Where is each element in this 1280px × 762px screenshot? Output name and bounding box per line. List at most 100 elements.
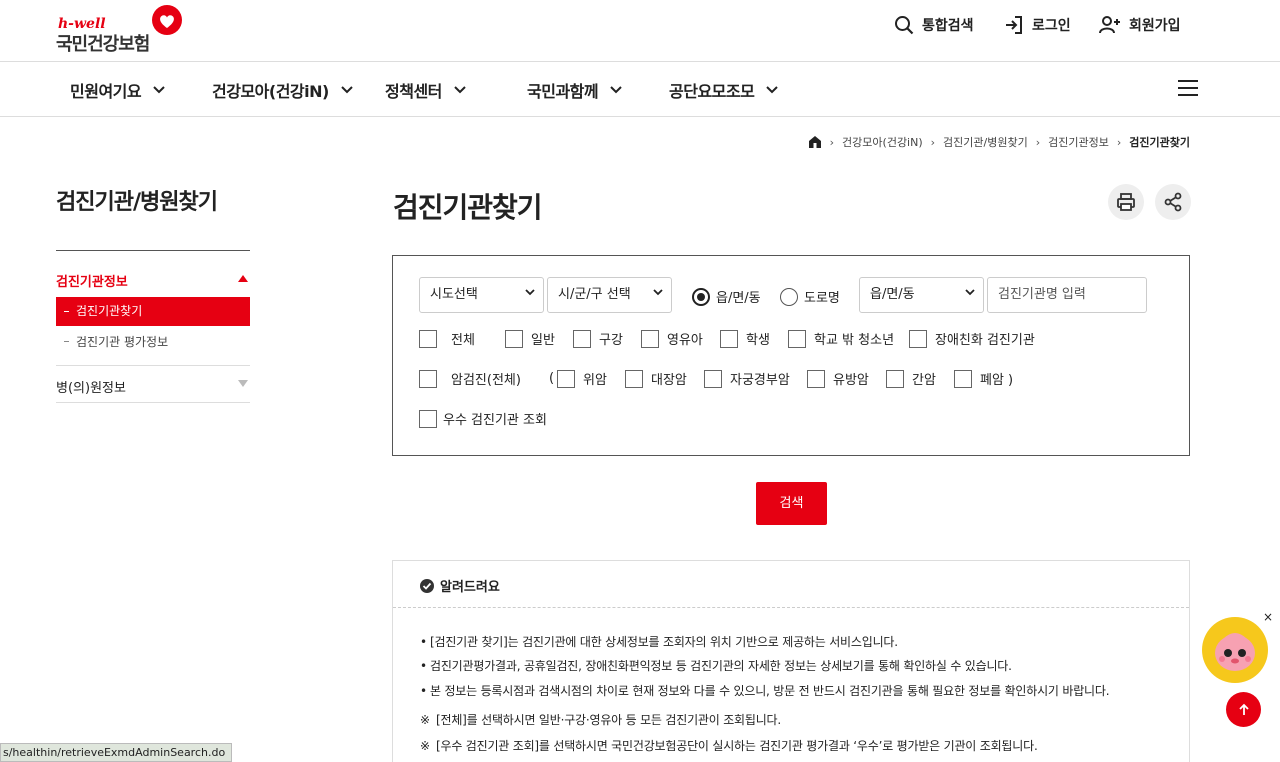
gnb-item-policy[interactable]: 정책센터 xyxy=(385,78,466,102)
breadcrumb-item[interactable]: 검진기관/병원찾기 xyxy=(943,134,1028,150)
breadcrumb-item[interactable]: 검진기관정보 xyxy=(1048,134,1109,150)
join-label: 회원가입 xyxy=(1129,18,1181,34)
notice-note: ※ [전체]를 선택하시면 일반·구강·영유아 등 모든 검진기관이 조회됩니다. xyxy=(420,713,782,727)
checkbox-label: 구강 xyxy=(599,333,623,348)
arrow-up-icon xyxy=(1238,703,1249,715)
notice-title-text: 알려드려요 xyxy=(440,580,500,595)
checkbox-label: 전체 xyxy=(451,333,475,348)
gnb-label: 국민과함께 xyxy=(527,82,599,101)
checkbox-box xyxy=(419,329,437,348)
chevron-down-icon xyxy=(766,86,779,94)
checkbox-label: 자궁경부암 xyxy=(730,373,790,388)
chevron-down-icon xyxy=(965,289,975,296)
sidebar-group-label: 병(의)원정보 xyxy=(56,381,126,396)
breadcrumb-current: 검진기관찾기 xyxy=(1129,136,1190,149)
checkbox-box xyxy=(807,369,825,388)
breadcrumb-item[interactable]: 건강모아(건강iN) xyxy=(842,134,923,150)
radio-circle-checked xyxy=(692,287,710,306)
chevron-down-icon xyxy=(454,86,466,94)
gnb-item-about[interactable]: 공단요모조모 xyxy=(669,78,779,102)
sidebar-divider xyxy=(56,250,250,251)
notice-bullet: • [검진기관 찾기]는 검진기관에 대한 상세정보를 조회자의 위치 기반으로 … xyxy=(420,635,898,649)
notice-bullet: • 본 정보는 등록시점과 검색시점의 차이로 현재 정보와 다를 수 있으니, … xyxy=(420,684,1110,698)
page-title: 검진기관찾기 xyxy=(393,191,543,224)
checkbox-label: 암검진(전체) xyxy=(451,373,521,388)
sigungu-select[interactable]: 시/군/구 선택 xyxy=(547,277,672,313)
checkbox-stomach-cancer[interactable]: 위암 xyxy=(557,369,607,388)
checkbox-oral[interactable]: 구강 xyxy=(573,329,623,348)
radio-road[interactable]: 도로명 xyxy=(780,287,840,306)
checkbox-disability-friendly[interactable]: 장애친화 검진기관 xyxy=(909,329,1035,348)
notice-bullet: • 검진기관평가결과, 공휴일검진, 장애친화편익정보 등 검진기관의 자세한 정… xyxy=(420,659,1012,673)
radio-emd[interactable]: 읍/면/동 xyxy=(692,287,761,306)
checkbox-cancer-all[interactable]: 암검진(전체) xyxy=(419,369,521,388)
paren-open: ( xyxy=(549,371,555,386)
checkbox-general[interactable]: 일반 xyxy=(505,329,555,348)
join-link[interactable]: 회원가입 xyxy=(1099,14,1181,36)
checkbox-cervical-cancer[interactable]: 자궁경부암 xyxy=(704,369,790,388)
checkbox-all[interactable]: 전체 xyxy=(419,329,475,348)
checkbox-infant[interactable]: 영유아 xyxy=(641,329,703,348)
checkbox-label: 장애친화 검진기관 xyxy=(935,333,1035,348)
checkbox-box xyxy=(505,329,523,348)
checkbox-box xyxy=(954,369,972,388)
top-header: h-well 국민건강보험 통합검색 로그인 회원가입 xyxy=(0,0,1280,62)
checkbox-label: 유방암 xyxy=(833,373,869,388)
gnb-item-civil[interactable]: 민원여기요 xyxy=(70,78,165,102)
sido-select[interactable]: 시도선택 xyxy=(419,277,544,313)
checkbox-label: 일반 xyxy=(531,333,555,348)
menu-hamburger-icon[interactable] xyxy=(1178,80,1198,96)
sidebar-item-checkup-search[interactable]: 검진기관찾기 xyxy=(56,297,250,326)
mascot-chatbot-button[interactable] xyxy=(1202,617,1268,683)
sidebar-divider xyxy=(56,365,250,366)
checkbox-box xyxy=(557,369,575,388)
sidebar-item-checkup-evaluation[interactable]: 검진기관 평가정보 xyxy=(56,333,250,350)
checkbox-student[interactable]: 학생 xyxy=(720,329,770,348)
sidebar-group-checkup-info[interactable]: 검진기관정보 xyxy=(56,271,250,290)
checkbox-box xyxy=(720,329,738,348)
checkbox-liver-cancer[interactable]: 간암 xyxy=(886,369,936,388)
logo-name: 국민건강보험 xyxy=(56,34,150,55)
institution-name-input[interactable]: 검진기관명 입력 xyxy=(987,277,1147,313)
search-icon xyxy=(895,16,914,35)
chevron-down-icon xyxy=(653,289,663,296)
sidebar-group-label: 검진기관정보 xyxy=(56,275,128,290)
chevron-down-icon xyxy=(525,289,535,296)
share-button[interactable] xyxy=(1155,184,1191,220)
chevron-down-icon xyxy=(610,86,622,94)
checkbox-box xyxy=(788,329,806,348)
nhis-logo[interactable]: h-well 국민건강보험 xyxy=(56,5,186,55)
printer-icon xyxy=(1117,193,1135,211)
notice-note: ※ [우수 검진기관 조회]를 선택하시면 국민건강보험공단이 실시하는 검진기관… xyxy=(420,739,1038,753)
chevron-right-icon: › xyxy=(829,135,835,149)
share-icon xyxy=(1164,192,1182,212)
chevron-right-icon: › xyxy=(1035,135,1041,149)
notice-header: 알려드려요 xyxy=(393,561,1189,608)
breadcrumb: › 건강모아(건강iN) › 검진기관/병원찾기 › 검진기관정보 › 검진기관… xyxy=(808,134,1190,150)
gnb-item-together[interactable]: 국민과함께 xyxy=(527,78,622,102)
checkbox-label: 우수 검진기관 조회 xyxy=(443,413,547,428)
scroll-top-button[interactable] xyxy=(1226,692,1261,727)
checkbox-breast-cancer[interactable]: 유방암 xyxy=(807,369,869,388)
checkbox-out-of-school-youth[interactable]: 학교 밖 청소년 xyxy=(788,329,894,348)
checkbox-excellent-institution[interactable]: 우수 검진기관 조회 xyxy=(419,409,547,428)
checkbox-lung-cancer[interactable]: 폐암 ) xyxy=(954,369,1013,388)
search-button[interactable]: 검색 xyxy=(756,482,827,525)
home-icon[interactable] xyxy=(808,135,822,149)
gnb-item-healthin[interactable]: 건강모아(건강iN) xyxy=(212,78,353,102)
status-bar-url: s/healthin/retrieveExmdAdminSearch.do xyxy=(0,743,233,762)
integrated-search-link[interactable]: 통합검색 xyxy=(894,14,974,36)
checkbox-box xyxy=(419,409,437,428)
login-link[interactable]: 로그인 xyxy=(1004,14,1071,36)
sigungu-select-value: 시/군/구 선택 xyxy=(558,287,631,302)
checkbox-colon-cancer[interactable]: 대장암 xyxy=(625,369,687,388)
emd-select[interactable]: 읍/면/동 xyxy=(859,277,984,313)
notice-title: 알려드려요 xyxy=(420,576,500,595)
print-button[interactable] xyxy=(1108,184,1144,220)
sidebar-group-hospital-info[interactable]: 병(의)원정보 xyxy=(56,377,250,396)
checkbox-box xyxy=(573,329,591,348)
mascot-close-icon[interactable]: × xyxy=(1263,610,1273,624)
login-icon xyxy=(1006,16,1022,34)
user-plus-icon xyxy=(1099,16,1120,34)
sidebar-divider xyxy=(56,402,250,403)
